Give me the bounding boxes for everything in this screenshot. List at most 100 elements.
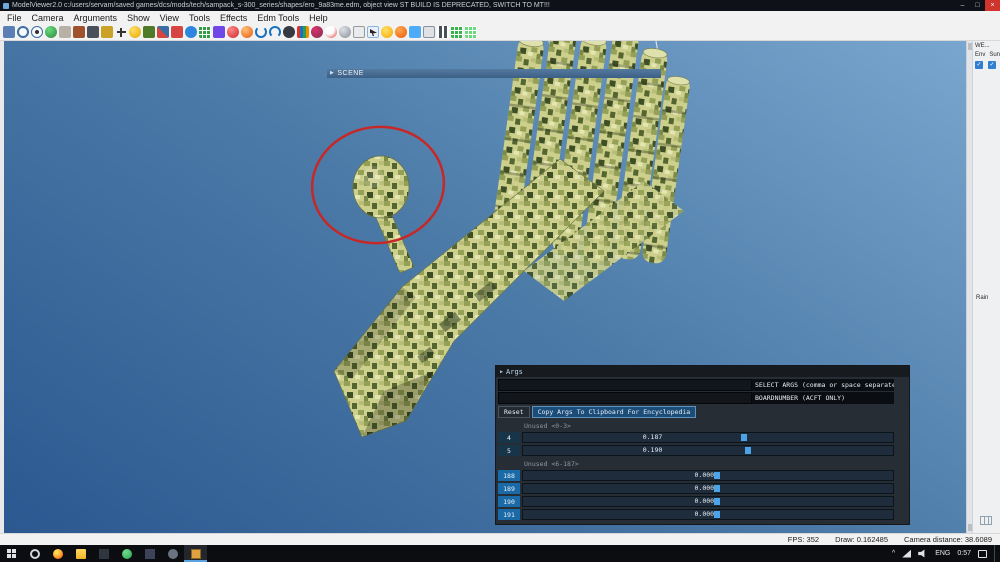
sphere-orange-icon[interactable] — [241, 26, 253, 38]
select-circle-icon[interactable] — [17, 26, 29, 38]
reset-view-icon[interactable] — [171, 26, 183, 38]
taskbar-app-slate[interactable] — [138, 545, 161, 562]
stats-icon[interactable] — [297, 26, 309, 38]
save-icon[interactable] — [3, 26, 15, 38]
taskbar-app-gray[interactable] — [161, 545, 184, 562]
add-icon[interactable] — [115, 26, 127, 38]
app-green-icon — [121, 548, 132, 559]
face-icon[interactable] — [395, 26, 407, 38]
arg-id-button[interactable]: 190 — [498, 496, 520, 507]
taskbar-app-firefox[interactable] — [46, 545, 69, 562]
arg-id-button[interactable]: 5 — [498, 445, 520, 456]
arg-slider-handle[interactable] — [713, 485, 720, 492]
arg-id-button[interactable]: 189 — [498, 483, 520, 494]
args-panel-header[interactable]: ▶ Args — [496, 366, 909, 377]
sphere-white-icon[interactable] — [325, 26, 337, 38]
menu-arguments[interactable]: Arguments — [69, 13, 123, 23]
cube-icon[interactable] — [213, 26, 225, 38]
sun-checkbox[interactable]: ✓ — [988, 61, 996, 69]
windows-logo-icon — [7, 549, 16, 558]
boardnumber-row: BOARDNUMBER (ACFT ONLY) — [498, 392, 894, 404]
taskbar-app-browser[interactable] — [23, 545, 46, 562]
arg-id-button[interactable]: 191 — [498, 509, 520, 520]
arg-slider[interactable]: 0.000 — [522, 496, 894, 507]
menu-view[interactable]: View — [155, 13, 184, 23]
sphere-gray-icon[interactable] — [339, 26, 351, 38]
menu-file[interactable]: File — [2, 13, 27, 23]
volume-icon[interactable] — [918, 549, 925, 558]
notifications-icon[interactable] — [978, 549, 987, 558]
arg-value: 0.000 — [694, 484, 715, 492]
sun-icon[interactable] — [381, 26, 393, 38]
close-button[interactable]: × — [985, 0, 1000, 11]
film-icon[interactable] — [437, 26, 449, 38]
grid-toggle-icon[interactable] — [980, 516, 992, 525]
globe-icon[interactable] — [45, 26, 57, 38]
table-alt-icon[interactable] — [465, 26, 477, 38]
env-checkbox[interactable]: ✓ — [975, 61, 983, 69]
taskbar-app-green[interactable] — [115, 545, 138, 562]
tray-expand-icon[interactable]: ^ — [892, 550, 895, 557]
language-indicator[interactable]: ENG — [935, 550, 950, 557]
page-edit-icon[interactable] — [353, 26, 365, 38]
capture-icon[interactable] — [409, 26, 421, 38]
taskbar-app-dark[interactable] — [92, 545, 115, 562]
arg-row: 4 0.187 — [498, 432, 894, 443]
arg-row: 191 0.000 — [498, 509, 894, 520]
arg-slider[interactable]: 0.000 — [522, 483, 894, 494]
table-icon[interactable] — [451, 26, 463, 38]
sphere-red-icon[interactable] — [227, 26, 239, 38]
arg-slider[interactable]: 0.000 — [522, 470, 894, 481]
reset-button[interactable]: Reset — [498, 406, 530, 418]
arg-slider[interactable]: 0.000 — [522, 509, 894, 520]
boardnumber-input[interactable] — [498, 392, 752, 404]
menu-show[interactable]: Show — [122, 13, 155, 23]
menu-help[interactable]: Help — [304, 13, 333, 23]
arg-slider-handle[interactable] — [745, 447, 751, 454]
arg-slider-handle[interactable] — [713, 498, 720, 505]
taskbar-app-explorer[interactable] — [69, 545, 92, 562]
node-icon[interactable] — [185, 26, 197, 38]
menu-effects[interactable]: Effects — [215, 13, 252, 23]
screen-icon[interactable] — [87, 26, 99, 38]
arg-id-button[interactable]: 4 — [498, 432, 520, 443]
light-icon[interactable] — [129, 26, 141, 38]
show-desktop-strip[interactable] — [994, 545, 998, 562]
menu-edm-tools[interactable]: Edm Tools — [252, 13, 304, 23]
camera-distance-readout: Camera distance: 38.6089 — [904, 535, 992, 544]
arg-slider[interactable]: 0.190 — [522, 445, 894, 456]
select-ring-icon[interactable] — [31, 26, 43, 38]
copy-args-button[interactable]: Copy Args To Clipboard For Encyclopedia — [531, 406, 697, 418]
menu-bar: File Camera Arguments Show View Tools Ef… — [0, 11, 1000, 24]
landmark-icon[interactable] — [101, 26, 113, 38]
select-args-input[interactable] — [498, 379, 752, 391]
scene-header[interactable]: ▶ SCENE — [327, 69, 661, 78]
document-icon[interactable] — [423, 26, 435, 38]
menu-camera[interactable]: Camera — [27, 13, 69, 23]
menu-tools[interactable]: Tools — [184, 13, 215, 23]
system-tray: ^ ENG 0:57 — [892, 545, 1000, 562]
maximize-button[interactable]: □ — [970, 0, 985, 11]
network-icon[interactable] — [902, 549, 912, 558]
rotate-cw-icon[interactable] — [269, 26, 281, 38]
clock[interactable]: 0:57 — [957, 550, 971, 557]
grid-icon[interactable] — [199, 26, 211, 38]
arg-slider-handle[interactable] — [713, 472, 720, 479]
arg-slider[interactable]: 0.187 — [522, 432, 894, 443]
rotate-ccw-icon[interactable] — [255, 26, 267, 38]
eye-icon[interactable] — [283, 26, 295, 38]
arg-slider-handle[interactable] — [741, 434, 748, 441]
viewport-3d[interactable]: ▶ SCENE ▶ Args SELECT ARGS (comma or spa… — [4, 41, 966, 533]
args-panel-body: SELECT ARGS (comma or space separated ) … — [496, 377, 909, 524]
texture-icon[interactable] — [59, 26, 71, 38]
cursor-icon[interactable] — [367, 26, 379, 38]
arg-slider-handle[interactable] — [713, 511, 720, 518]
pick-icon[interactable] — [143, 26, 155, 38]
taskbar-app-modelviewer[interactable] — [184, 545, 207, 562]
sphere-maroon-icon[interactable] — [311, 26, 323, 38]
arg-id-button[interactable]: 188 — [498, 470, 520, 481]
start-button[interactable] — [0, 545, 23, 562]
axes-icon[interactable] — [157, 26, 169, 38]
material-icon[interactable] — [73, 26, 85, 38]
minimize-button[interactable]: – — [955, 0, 970, 11]
